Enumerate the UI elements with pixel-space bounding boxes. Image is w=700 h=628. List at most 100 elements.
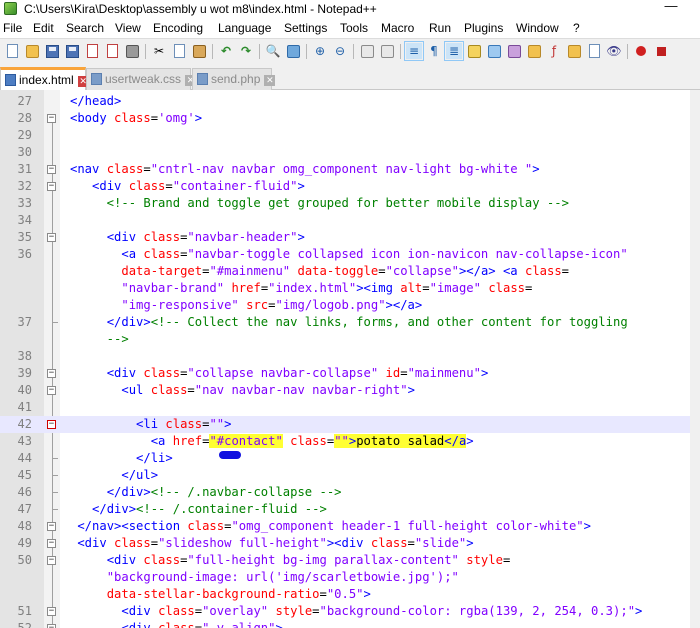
menu-run[interactable]: Run [429,21,451,35]
fold-end-marker [52,467,58,476]
tab-index-html[interactable]: index.html ✕ [0,67,89,90]
paste-icon[interactable] [191,43,207,59]
menu-plugins[interactable]: Plugins [464,21,503,35]
line-number: 44 [17,451,32,465]
show-all-characters-icon[interactable]: ¶ [426,43,442,59]
zoom-out-icon[interactable]: ⊖ [332,43,348,59]
menu-tools[interactable]: Tools [340,21,368,35]
minimize-button[interactable]: — [651,0,691,17]
menu-bar: File Edit Search View Encoding Language … [0,18,700,38]
menu-view[interactable]: View [115,21,141,35]
code-line: 27 </head> [0,93,700,110]
menu-edit[interactable]: Edit [33,21,54,35]
function-list-icon[interactable] [506,43,522,59]
code-text: </li> [136,451,173,465]
fold-collapse-icon[interactable]: − [47,233,56,242]
sync-vertical-icon[interactable] [359,43,375,59]
code-line: 45 </ul> [0,467,700,484]
stop-recording-icon[interactable] [653,43,669,59]
code-line: --> [0,331,700,348]
menu-window[interactable]: Window [516,21,559,35]
line-number: 35 [17,230,32,244]
user-language-icon[interactable] [466,43,482,59]
code-line: 46 </div><!-- /.navbar-collapse --> [0,484,700,501]
indent-guide-icon[interactable]: ≣ [444,41,464,61]
fold-collapse-icon[interactable]: − [47,114,56,123]
code-text: <div class="slideshow full-height"><div … [77,536,474,550]
code-line: 38 [0,348,700,365]
cut-icon[interactable]: ✂ [151,43,167,59]
fold-collapse-icon[interactable]: − [47,182,56,191]
code-text: </div><!-- /.container-fluid --> [92,502,327,516]
undo-icon[interactable]: ↶ [218,43,234,59]
file-icon [5,74,16,86]
code-text: </head> [70,94,122,108]
folder-as-workspace-icon[interactable] [526,43,542,59]
code-line-current: 42 − <li class=""> [0,416,700,433]
zoom-in-icon[interactable]: ⊕ [312,43,328,59]
code-text: </div><!-- Collect the nav links, forms,… [106,315,628,329]
line-number: 27 [17,94,32,108]
replace-icon[interactable] [285,43,301,59]
menu-language[interactable]: Language [218,21,271,35]
fold-collapse-icon[interactable]: − [47,624,56,628]
code-text: <ul class="nav navbar-nav navbar-right"> [121,383,415,397]
tab-usertweak-css[interactable]: usertweak.css ✕ [86,68,197,90]
tab-label: send.php [211,72,261,86]
find-icon[interactable]: 🔍 [265,43,281,59]
code-line: "img-responsive" src="img/logob.png"></a… [0,297,700,314]
close-tab-icon[interactable]: ✕ [264,75,276,86]
title-bar: C:\Users\Kira\Desktop\assembly u wot m8\… [0,0,700,18]
code-text: <li class=""> [136,417,232,431]
print-icon[interactable] [124,43,140,59]
vertical-scrollbar[interactable] [690,90,700,628]
line-number: 32 [17,179,32,193]
record-macro-icon[interactable] [633,43,649,59]
copy-icon[interactable] [171,43,187,59]
code-text: <div class=" v-align"> [121,621,283,628]
fold-collapse-icon[interactable]: − [47,369,56,378]
word-wrap-icon[interactable]: ≡ [404,41,424,61]
code-text: </nav><section class="omg_component head… [77,519,591,533]
fold-collapse-icon[interactable]: − [47,386,56,395]
fold-collapse-icon[interactable]: − [47,522,56,531]
line-number: 28 [17,111,32,125]
page-icon[interactable] [586,43,602,59]
close-icon[interactable] [84,43,100,59]
menu-search[interactable]: Search [66,21,104,35]
folder-icon[interactable] [566,43,582,59]
doc-map-icon[interactable] [486,43,502,59]
toolbar: ✂ ↶ ↷ 🔍 ⊕ ⊖ ≡ ¶ ≣ ƒ 👁 [0,38,700,64]
fold-end-marker [52,501,58,510]
line-number: 30 [17,145,32,159]
menu-settings[interactable]: Settings [284,21,327,35]
menu-file[interactable]: File [3,21,22,35]
save-icon[interactable] [44,43,60,59]
open-file-icon[interactable] [24,43,40,59]
sync-horizontal-icon[interactable] [379,43,395,59]
code-line: 36 <a class="navbar-toggle collapsed ico… [0,246,700,263]
line-number: 50 [17,553,32,567]
save-all-icon[interactable] [64,43,80,59]
window-title: C:\Users\Kira\Desktop\assembly u wot m8\… [24,2,377,16]
menu-help[interactable]: ? [573,21,580,35]
code-line: 51 − <div class="overlay" style="backgro… [0,603,700,620]
menu-macro[interactable]: Macro [381,21,414,35]
line-number: 52 [17,621,32,628]
tab-send-php[interactable]: send.php ✕ [192,68,276,90]
menu-encoding[interactable]: Encoding [153,21,203,35]
code-editor[interactable]: 27 </head> 28 − <body class='omg'> 29 30… [0,90,700,628]
fold-collapse-icon[interactable]: − [47,420,56,429]
monitoring-eye-icon[interactable]: 👁 [606,43,622,59]
fold-collapse-icon[interactable]: − [47,165,56,174]
line-number: 48 [17,519,32,533]
function-icon[interactable]: ƒ [546,43,562,59]
redo-icon[interactable]: ↷ [238,43,254,59]
fold-collapse-icon[interactable]: − [47,539,56,548]
code-line: 30 [0,144,700,161]
fold-collapse-icon[interactable]: − [47,607,56,616]
fold-collapse-icon[interactable]: − [47,556,56,565]
close-all-icon[interactable] [104,43,120,59]
new-file-icon[interactable] [4,43,20,59]
line-number: 51 [17,604,32,618]
